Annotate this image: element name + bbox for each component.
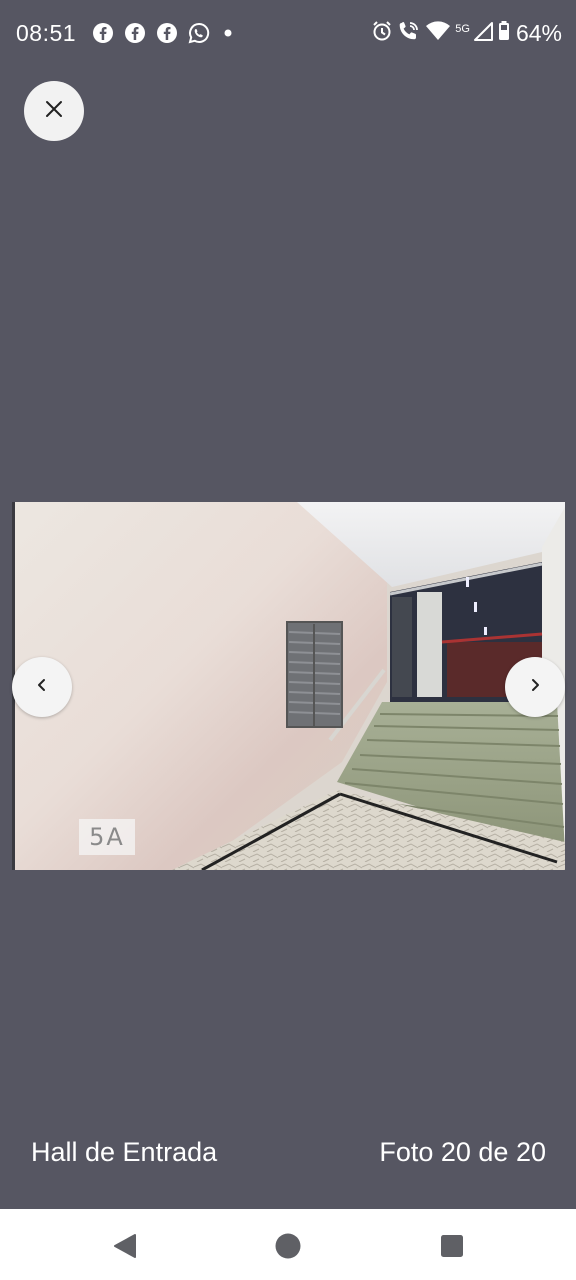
whatsapp-icon bbox=[188, 22, 210, 49]
close-icon bbox=[44, 99, 64, 124]
status-bar: 08:51 5G 64% bbox=[0, 0, 576, 68]
system-recent-apps-button[interactable] bbox=[437, 1231, 467, 1261]
signal-icon bbox=[473, 20, 494, 47]
photo-caption: Hall de Entrada bbox=[31, 1137, 218, 1167]
battery-percentage: 64% bbox=[515, 20, 562, 46]
facebook-icon bbox=[156, 22, 178, 49]
network-type-label: 5G bbox=[455, 22, 470, 35]
photo-counter: Foto 20 de 20 bbox=[379, 1137, 546, 1167]
system-status-icons: 5G 64% bbox=[371, 20, 562, 47]
dot-icon bbox=[220, 22, 236, 49]
alarm-icon bbox=[371, 20, 393, 47]
recent-square-icon bbox=[437, 1235, 467, 1265]
notification-icons bbox=[92, 22, 236, 49]
home-circle-icon bbox=[273, 1233, 303, 1265]
listing-photo[interactable]: 5A bbox=[12, 502, 565, 870]
close-button[interactable] bbox=[24, 81, 84, 141]
watermark-logo: 5A bbox=[79, 819, 135, 855]
system-navigation-bar bbox=[0, 1209, 576, 1280]
chevron-right-icon bbox=[527, 677, 543, 698]
system-home-button[interactable] bbox=[273, 1231, 303, 1261]
wifi-call-icon bbox=[397, 20, 421, 47]
battery-icon bbox=[498, 20, 510, 47]
system-back-button[interactable] bbox=[110, 1231, 140, 1261]
status-time: 08:51 bbox=[16, 20, 77, 46]
next-photo-button[interactable] bbox=[505, 657, 565, 717]
facebook-icon bbox=[92, 22, 114, 49]
chevron-left-icon bbox=[34, 677, 50, 698]
facebook-icon bbox=[124, 22, 146, 49]
back-triangle-icon bbox=[110, 1234, 140, 1265]
previous-photo-button[interactable] bbox=[12, 657, 72, 717]
photo-viewer-screen: 08:51 5G 64% 5A Hall de Entrada Foto 20 … bbox=[0, 0, 576, 1280]
wifi-icon bbox=[425, 20, 451, 47]
